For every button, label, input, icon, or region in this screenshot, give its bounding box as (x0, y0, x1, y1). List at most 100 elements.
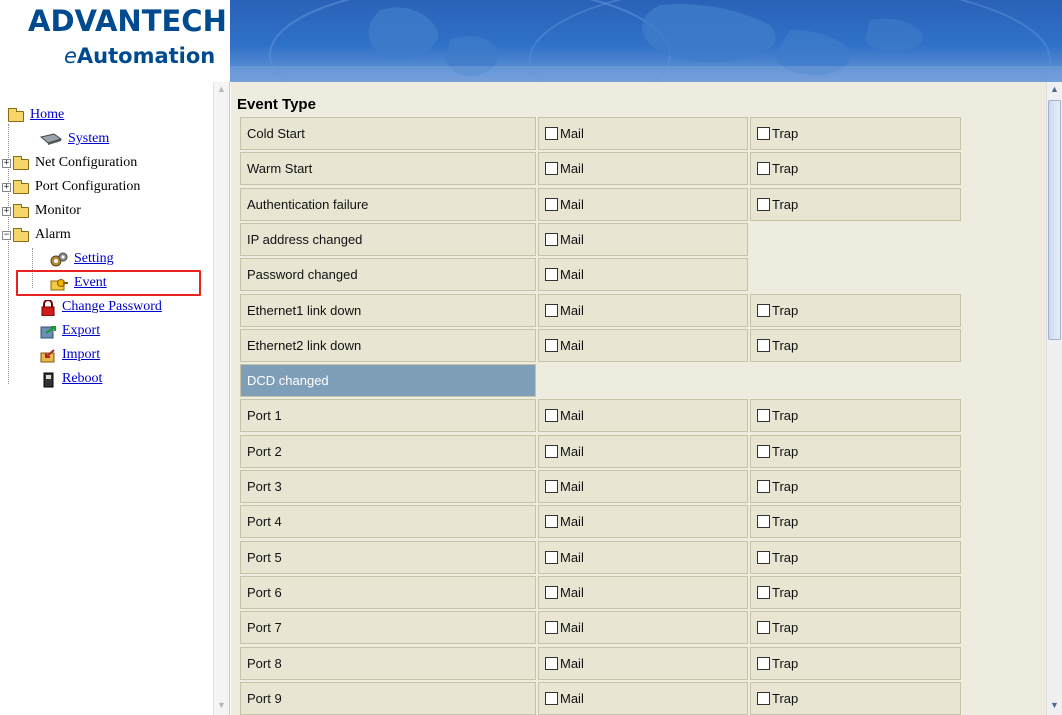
mail-checkbox-label[interactable]: Mail (560, 267, 584, 282)
sidebar-item-import[interactable]: Import (40, 344, 100, 366)
trap-checkbox[interactable] (757, 692, 770, 705)
trap-checkbox[interactable] (757, 586, 770, 599)
mail-checkbox-label[interactable]: Mail (560, 514, 584, 529)
mail-checkbox[interactable] (545, 339, 558, 352)
trap-checkbox-label[interactable]: Trap (772, 303, 798, 318)
mail-checkbox[interactable] (545, 162, 558, 175)
mail-checkbox-label[interactable]: Mail (560, 232, 584, 247)
mail-checkbox[interactable] (545, 692, 558, 705)
open-folder-icon (13, 227, 29, 242)
sidebar-item-system[interactable]: System (39, 128, 109, 150)
scroll-down-icon[interactable]: ▼ (1050, 700, 1059, 710)
trap-checkbox[interactable] (757, 480, 770, 493)
scroll-down-icon[interactable]: ▼ (217, 700, 226, 710)
mail-checkbox-label[interactable]: Mail (560, 691, 584, 706)
mail-checkbox[interactable] (545, 621, 558, 634)
trap-checkbox-label[interactable]: Trap (772, 197, 798, 212)
trap-checkbox[interactable] (757, 657, 770, 670)
trap-checkbox-label[interactable]: Trap (772, 656, 798, 671)
advantech-logo: ADVANTECH (28, 4, 227, 38)
mail-checkbox-label[interactable]: Mail (560, 620, 584, 635)
mail-checkbox[interactable] (545, 657, 558, 670)
sidebar-item-label[interactable]: Monitor (35, 203, 81, 219)
sidebar-item-setting[interactable]: Setting (50, 248, 114, 270)
mail-cell: Mail (538, 117, 748, 150)
trap-checkbox-label[interactable]: Trap (772, 338, 798, 353)
trap-checkbox-label[interactable]: Trap (772, 691, 798, 706)
expand-plus-icon[interactable]: + (2, 158, 11, 168)
mail-checkbox-label[interactable]: Mail (560, 303, 584, 318)
sidebar-scrollbar[interactable]: ▲ ▼ (213, 82, 229, 715)
sidebar-item-export[interactable]: Export (40, 320, 100, 342)
mail-checkbox[interactable] (545, 409, 558, 422)
sidebar-item-label[interactable]: Home (30, 107, 64, 123)
mail-checkbox[interactable] (545, 445, 558, 458)
mail-checkbox-label[interactable]: Mail (560, 126, 584, 141)
trap-checkbox-label[interactable]: Trap (772, 585, 798, 600)
mail-checkbox[interactable] (545, 304, 558, 317)
mail-checkbox[interactable] (545, 480, 558, 493)
collapse-minus-icon[interactable]: − (2, 230, 11, 240)
scroll-up-icon[interactable]: ▲ (217, 84, 226, 94)
event-label: Port 8 (247, 656, 282, 671)
mail-checkbox[interactable] (545, 127, 558, 140)
trap-checkbox[interactable] (757, 409, 770, 422)
trap-checkbox[interactable] (757, 551, 770, 564)
sidebar-item-net-configuration[interactable]: + Net Configuration (2, 152, 137, 174)
section-title: Event Type (237, 96, 316, 113)
sidebar-item-label[interactable]: Port Configuration (35, 179, 140, 195)
sidebar-item-alarm[interactable]: − Alarm (2, 224, 71, 246)
mail-checkbox[interactable] (545, 198, 558, 211)
trap-checkbox-label[interactable]: Trap (772, 161, 798, 176)
trap-checkbox[interactable] (757, 339, 770, 352)
expand-plus-icon[interactable]: + (2, 206, 11, 216)
trap-checkbox-label[interactable]: Trap (772, 514, 798, 529)
trap-checkbox-label[interactable]: Trap (772, 479, 798, 494)
mail-cell: Mail (538, 399, 748, 432)
mail-checkbox-label[interactable]: Mail (560, 408, 584, 423)
sidebar-item-label[interactable]: System (68, 131, 109, 147)
mail-checkbox-label[interactable]: Mail (560, 479, 584, 494)
mail-checkbox[interactable] (545, 268, 558, 281)
mail-checkbox[interactable] (545, 515, 558, 528)
scroll-thumb[interactable] (1048, 100, 1061, 340)
trap-checkbox-label[interactable]: Trap (772, 408, 798, 423)
mail-checkbox[interactable] (545, 233, 558, 246)
mail-checkbox-label[interactable]: Mail (560, 338, 584, 353)
trap-checkbox[interactable] (757, 198, 770, 211)
sidebar-item-reboot[interactable]: Reboot (40, 368, 102, 390)
trap-checkbox[interactable] (757, 621, 770, 634)
mail-checkbox-label[interactable]: Mail (560, 585, 584, 600)
trap-checkbox-label[interactable]: Trap (772, 444, 798, 459)
sidebar-item-label[interactable]: Reboot (62, 371, 102, 387)
mail-checkbox-label[interactable]: Mail (560, 161, 584, 176)
mail-cell: Mail (538, 647, 748, 680)
trap-checkbox-label[interactable]: Trap (772, 550, 798, 565)
mail-checkbox-label[interactable]: Mail (560, 550, 584, 565)
sidebar-item-home[interactable]: Home (8, 104, 64, 126)
mail-checkbox-label[interactable]: Mail (560, 197, 584, 212)
sidebar-item-port-configuration[interactable]: + Port Configuration (2, 176, 140, 198)
sidebar-item-change-password[interactable]: Change Password (40, 296, 162, 318)
main-scrollbar[interactable]: ▲ ▼ (1046, 82, 1062, 715)
sidebar-item-label[interactable]: Import (62, 347, 100, 363)
trap-checkbox-label[interactable]: Trap (772, 126, 798, 141)
sidebar-item-label[interactable]: Net Configuration (35, 155, 137, 171)
trap-checkbox[interactable] (757, 445, 770, 458)
mail-checkbox[interactable] (545, 586, 558, 599)
mail-checkbox[interactable] (545, 551, 558, 564)
trap-checkbox[interactable] (757, 162, 770, 175)
sidebar-item-label[interactable]: Setting (74, 251, 114, 267)
trap-checkbox[interactable] (757, 515, 770, 528)
sidebar-item-label[interactable]: Change Password (62, 299, 162, 315)
trap-checkbox-label[interactable]: Trap (772, 620, 798, 635)
sidebar-item-label[interactable]: Alarm (35, 227, 71, 243)
trap-checkbox[interactable] (757, 304, 770, 317)
expand-plus-icon[interactable]: + (2, 182, 11, 192)
mail-checkbox-label[interactable]: Mail (560, 444, 584, 459)
scroll-up-icon[interactable]: ▲ (1050, 84, 1059, 94)
mail-checkbox-label[interactable]: Mail (560, 656, 584, 671)
sidebar-item-label[interactable]: Export (62, 323, 100, 339)
trap-checkbox[interactable] (757, 127, 770, 140)
sidebar-item-monitor[interactable]: + Monitor (2, 200, 81, 222)
